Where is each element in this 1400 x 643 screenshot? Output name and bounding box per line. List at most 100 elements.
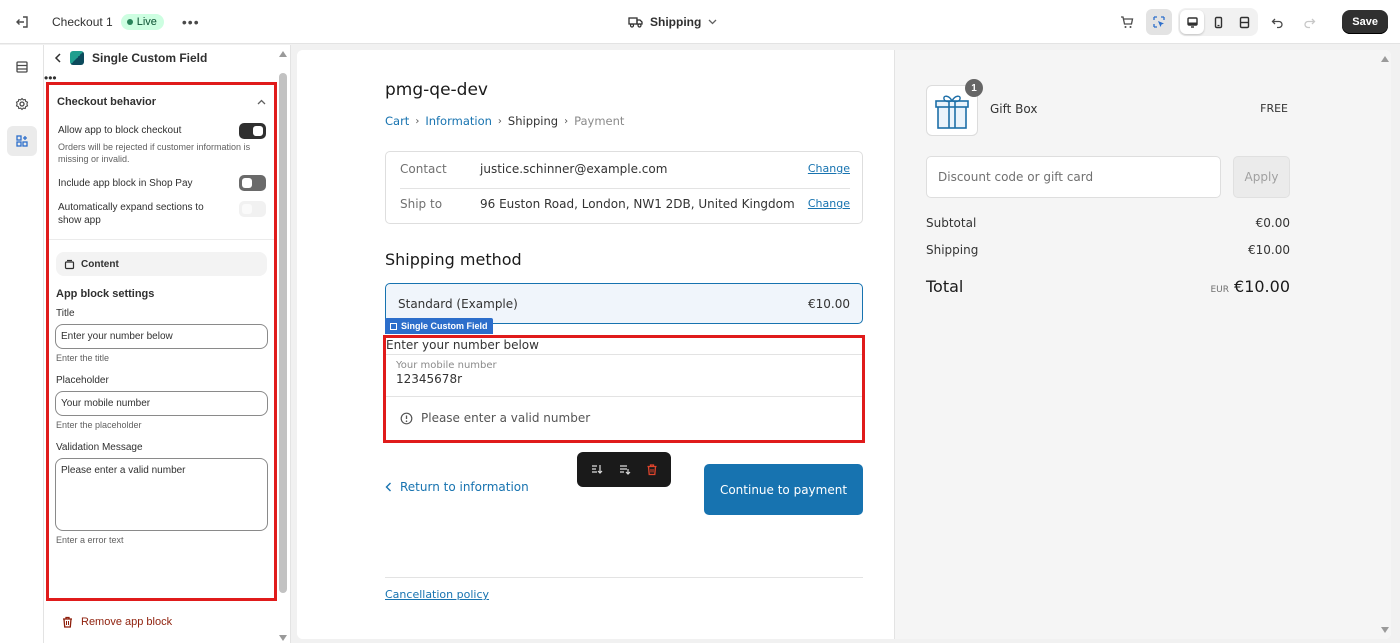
layout-icon [1239, 16, 1249, 28]
option-label: Automatically expand sections to show ap… [58, 202, 204, 226]
block-floating-toolbar [577, 452, 671, 487]
placeholder-field-label: Placeholder [56, 375, 109, 386]
more-actions-button[interactable]: ••• [182, 14, 200, 30]
placeholder-input[interactable]: Your mobile number [55, 391, 268, 416]
subtotal-row: Subtotal €0.00 [926, 216, 1290, 230]
checkout-main: pmg-qe-dev Cart › Information › Shipping… [297, 50, 894, 639]
validation-error: Please enter a valid number [400, 411, 590, 425]
gear-icon [15, 97, 29, 111]
sections-nav-button[interactable] [7, 52, 37, 82]
apps-nav-button[interactable] [7, 126, 37, 156]
review-row-ship-to: Ship to 96 Euston Road, London, NW1 2DB,… [400, 197, 850, 211]
scroll-up-icon[interactable] [1381, 56, 1389, 62]
block-name: Single Custom Field [92, 51, 208, 65]
sections-icon [16, 61, 28, 73]
apply-button[interactable]: Apply [1233, 156, 1290, 198]
breadcrumb-chevron-icon: › [415, 115, 420, 127]
review-value: justice.schinner@example.com [480, 162, 668, 176]
section-title: Checkout behavior [57, 96, 157, 108]
scroll-up-icon[interactable] [279, 51, 287, 57]
shop-name: pmg-qe-dev [385, 80, 488, 100]
validation-help: Enter a error text [56, 535, 124, 545]
preview-scrollbar[interactable] [1378, 50, 1391, 639]
exit-button[interactable] [0, 0, 44, 44]
truck-icon [628, 17, 643, 28]
change-address-link[interactable]: Change [808, 197, 850, 211]
divider [49, 239, 274, 240]
breadcrumb-cart[interactable]: Cart [385, 114, 409, 128]
save-button[interactable]: Save [1342, 10, 1388, 34]
breadcrumb-payment: Payment [574, 114, 625, 128]
content-button[interactable]: Content [56, 252, 267, 276]
option-label: Include app block in Shop Pay [58, 178, 193, 189]
auto-expand-toggle[interactable] [239, 201, 266, 217]
discount-input[interactable]: Discount code or gift card [926, 156, 1221, 198]
content-icon [64, 259, 75, 269]
block-checkout-toggle[interactable] [239, 123, 266, 139]
delete-icon[interactable] [646, 463, 658, 476]
order-summary: 1 Gift Box FREE Discount code or gift ca… [894, 50, 1391, 639]
shop-pay-toggle[interactable] [239, 175, 266, 191]
scroll-down-icon[interactable] [279, 635, 287, 641]
block-title: Enter your number below [386, 338, 539, 352]
input-value: 12345678r [396, 372, 463, 386]
cart-preview-button[interactable] [1114, 9, 1140, 35]
scroll-down-icon[interactable] [1381, 627, 1389, 633]
validation-textarea[interactable]: Please enter a valid number [55, 458, 268, 531]
product-price: FREE [1260, 102, 1288, 115]
checkout-preview: pmg-qe-dev Cart › Information › Shipping… [297, 50, 1391, 639]
desktop-view-button[interactable] [1180, 10, 1205, 34]
mobile-view-button[interactable] [1206, 10, 1230, 34]
title-field-label: Title [56, 308, 75, 319]
move-before-icon[interactable] [590, 463, 603, 476]
status-badge: Live [120, 13, 164, 30]
breadcrumb: Cart › Information › Shipping › Payment [385, 114, 624, 128]
total-row: Total EUR €10.00 [926, 277, 1290, 296]
option-help: Orders will be rejected if customer info… [58, 142, 251, 164]
block-tag-label: Single Custom Field [401, 321, 488, 331]
left-rail [0, 45, 44, 643]
content-label: Content [81, 258, 119, 270]
back-chevron-icon[interactable] [54, 53, 62, 63]
option-label: Allow app to block checkout [58, 125, 182, 136]
continue-to-payment-button[interactable]: Continue to payment [704, 464, 863, 515]
sidebar-header: Single Custom Field [44, 45, 290, 71]
redo-button[interactable] [1296, 9, 1322, 35]
mobile-icon [1214, 16, 1222, 28]
title-help: Enter the title [56, 353, 110, 363]
inspector-button[interactable] [1146, 9, 1173, 35]
remove-label: Remove app block [81, 616, 173, 628]
undo-icon [1271, 18, 1283, 28]
sidebar-scrollbar[interactable] [278, 49, 288, 643]
chevron-up-icon [257, 99, 266, 105]
status-dot-icon [126, 18, 133, 25]
shipping-value: €10.00 [1248, 243, 1290, 257]
undo-button[interactable] [1264, 9, 1290, 35]
settings-nav-button[interactable] [7, 89, 37, 119]
block-tag[interactable]: Single Custom Field [385, 318, 493, 334]
full-view-button[interactable] [1232, 10, 1256, 34]
redo-icon [1304, 18, 1316, 28]
desktop-icon [1187, 16, 1198, 28]
breadcrumb-information[interactable]: Information [425, 114, 492, 128]
status-badge-label: Live [136, 15, 157, 28]
change-contact-link[interactable]: Change [808, 162, 850, 176]
return-to-information-link[interactable]: Return to information [385, 480, 529, 494]
breadcrumb-shipping: Shipping [507, 114, 559, 128]
move-after-icon[interactable] [618, 463, 631, 476]
viewport-toggle [1178, 8, 1259, 36]
page-selector-label: Shipping [650, 15, 702, 29]
page-selector[interactable]: Shipping [628, 0, 717, 44]
checkout-name[interactable]: Checkout 1 [52, 15, 113, 29]
product-name: Gift Box [990, 102, 1038, 116]
checkout-behavior-header[interactable]: Checkout behavior [49, 85, 274, 119]
custom-field-block[interactable]: Enter your number below Your mobile numb… [383, 335, 865, 443]
scroll-thumb[interactable] [279, 73, 287, 593]
total-label: Total [926, 277, 964, 296]
divider [400, 188, 850, 189]
title-input[interactable]: Enter your number below [55, 324, 268, 349]
review-label: Ship to [400, 197, 443, 211]
remove-app-block-button[interactable]: Remove app block [62, 616, 172, 628]
cancellation-policy-link[interactable]: Cancellation policy [385, 588, 489, 601]
mobile-number-input[interactable]: Your mobile number 12345678r [386, 354, 862, 397]
